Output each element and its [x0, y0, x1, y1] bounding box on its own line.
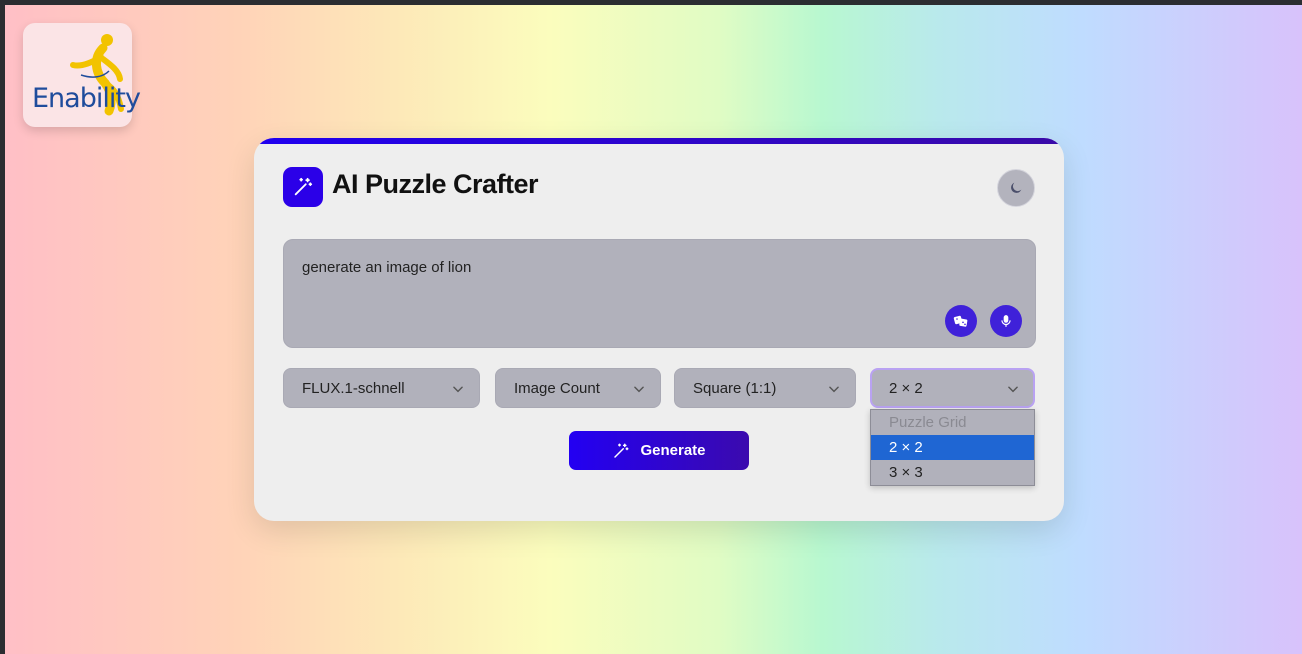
chevron-down-icon: [453, 386, 463, 393]
dice-icon: [953, 315, 968, 327]
grid-option-2x2[interactable]: 2 × 2: [871, 435, 1034, 460]
chevron-down-icon: [1008, 386, 1018, 393]
chevron-down-icon: [829, 386, 839, 393]
generate-button-label: Generate: [640, 442, 706, 459]
random-prompt-button[interactable]: [945, 305, 977, 337]
chevron-down-icon: [634, 386, 644, 393]
aspect-ratio-select-value: Square (1:1): [693, 380, 777, 397]
page-title: AI Puzzle Crafter: [332, 169, 539, 199]
voice-input-button[interactable]: [990, 305, 1022, 337]
aspect-ratio-select[interactable]: Square (1:1): [674, 368, 856, 408]
moon-icon: [1011, 182, 1022, 193]
puzzle-grid-select[interactable]: 2 × 2: [870, 368, 1035, 408]
magic-wand-icon: [614, 443, 629, 458]
card-accent-bar: [254, 138, 1064, 144]
image-count-select-value: Image Count: [514, 380, 600, 397]
image-count-select[interactable]: Image Count: [495, 368, 661, 408]
theme-toggle-button[interactable]: [997, 169, 1035, 207]
model-select-value: FLUX.1-schnell: [302, 380, 405, 397]
grid-option-3x3[interactable]: 3 × 3: [871, 460, 1034, 485]
puzzle-grid-select-value: 2 × 2: [889, 380, 923, 397]
logo-text: Enability: [32, 83, 141, 114]
puzzle-grid-dropdown: Puzzle Grid 2 × 2 3 × 3: [870, 409, 1035, 486]
prompt-input[interactable]: generate an image of lion: [283, 239, 1036, 348]
grid-option-placeholder: Puzzle Grid: [889, 414, 967, 431]
magic-wand-icon: [283, 167, 323, 207]
model-select[interactable]: FLUX.1-schnell: [283, 368, 480, 408]
enability-logo[interactable]: Enability: [23, 23, 141, 127]
prompt-text: generate an image of lion: [302, 259, 472, 276]
generate-button[interactable]: Generate: [569, 431, 749, 470]
microphone-icon: [1001, 315, 1011, 327]
